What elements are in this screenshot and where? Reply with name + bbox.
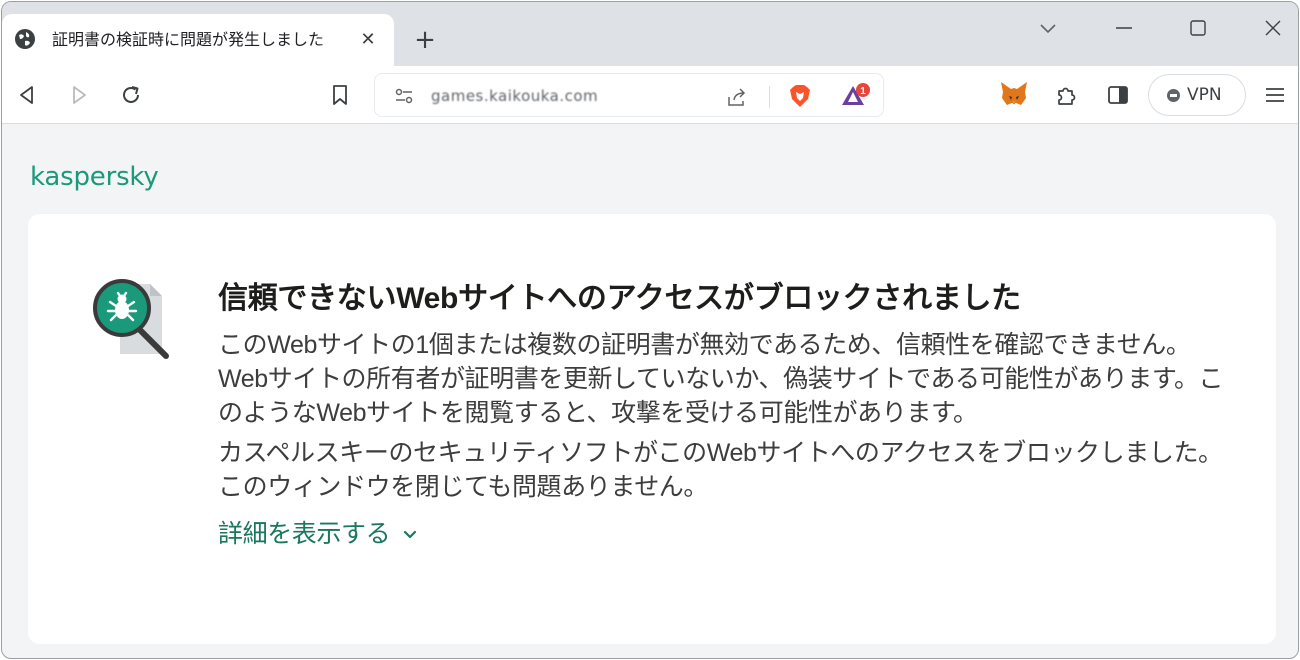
forward-icon[interactable]	[66, 82, 92, 108]
extensions-puzzle-icon[interactable]	[1053, 82, 1079, 108]
tab-search-chevron-icon[interactable]	[1036, 16, 1060, 40]
url-text: games.kaikouka.com	[431, 87, 599, 105]
tab-title: 証明書の検証時に問題が発生しました	[52, 30, 325, 49]
sidebar-toggle-icon[interactable]	[1105, 82, 1131, 108]
tab-strip: 証明書の検証時に問題が発生しました ✕ +	[2, 2, 1298, 66]
chevron-down-icon	[404, 530, 417, 539]
show-details-label: 詳細を表示する	[218, 520, 391, 548]
kaspersky-logo: kaspersky	[30, 162, 159, 192]
reload-icon[interactable]	[118, 82, 144, 108]
share-icon[interactable]	[725, 85, 749, 109]
notice-heading: 信頼できないWebサイトへのアクセスがブロックされました	[218, 282, 1021, 315]
metamask-fox-icon[interactable]	[999, 80, 1029, 108]
maximize-icon[interactable]	[1186, 16, 1210, 40]
rewards-badge-count: 1	[860, 86, 866, 97]
notice-paragraph-certificate: このWebサイトの1個または複数の証明書が無効であるため、信頼性を確認できません…	[218, 331, 1224, 427]
browser-toolbar: games.kaikouka.com 1 VPN	[2, 66, 1298, 124]
tab-close-icon[interactable]: ✕	[358, 30, 378, 50]
close-window-icon[interactable]	[1261, 16, 1285, 40]
bookmark-icon[interactable]	[327, 82, 353, 108]
browser-window: 証明書の検証時に問題が発生しました ✕ + games.kaikouka.com…	[1, 1, 1299, 659]
certificate-magnifier-bug-icon	[93, 279, 169, 359]
menu-hamburger-icon[interactable]	[1262, 82, 1288, 108]
minimize-icon[interactable]	[1112, 16, 1136, 40]
brave-shields-icon[interactable]	[787, 83, 813, 109]
notice-paragraph-blocked: カスペルスキーのセキュリティソフトがこのWebサイトへのアクセスをブロックしまし…	[218, 439, 1223, 501]
address-bar[interactable]: games.kaikouka.com 1	[374, 73, 884, 117]
notice-content: 信頼できないWebサイトへのアクセスがブロックされました このWebサイトの1個…	[218, 280, 1228, 550]
block-notice-card: 信頼できないWebサイトへのアクセスがブロックされました このWebサイトの1個…	[28, 214, 1276, 644]
site-settings-icon[interactable]	[393, 85, 415, 107]
show-details-link[interactable]: 詳細を表示する	[218, 518, 418, 550]
vpn-label: VPN	[1187, 85, 1222, 105]
globe-icon	[15, 29, 35, 49]
vpn-status-icon	[1167, 89, 1180, 102]
vpn-button[interactable]: VPN	[1148, 74, 1246, 116]
new-tab-button[interactable]: +	[410, 26, 440, 56]
brave-rewards-icon[interactable]: 1	[841, 83, 871, 109]
back-icon[interactable]	[14, 82, 40, 108]
active-tab[interactable]: 証明書の検証時に問題が発生しました ✕	[2, 14, 394, 66]
omnibox-separator	[769, 86, 770, 108]
